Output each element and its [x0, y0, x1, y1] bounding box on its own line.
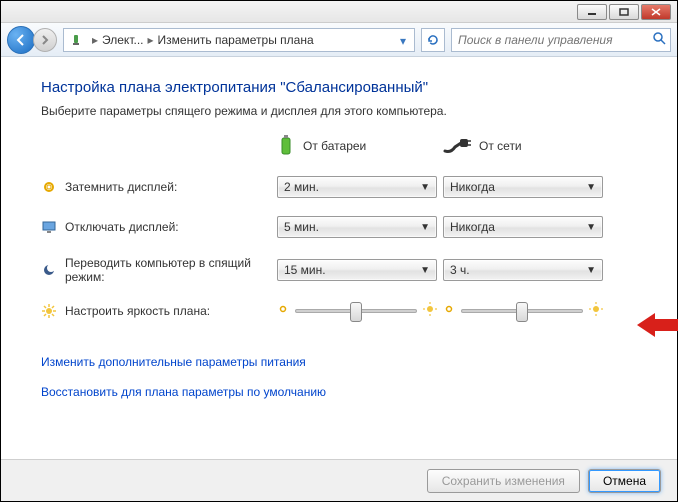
chevron-down-icon: ▼ — [586, 182, 596, 193]
back-button[interactable] — [7, 26, 35, 54]
moon-icon — [41, 263, 57, 277]
content-area: Настройка плана электропитания "Сбаланси… — [1, 57, 677, 425]
sun-large-icon — [589, 302, 603, 319]
turnoff-ac-value: Никогда — [450, 220, 495, 234]
row-turnoff-label: Отключать дисплей: — [65, 220, 179, 234]
annotation-red-arrow — [637, 311, 678, 339]
row-brightness-label: Настроить яркость плана: — [65, 304, 210, 318]
footer-bar: Сохранить изменения Отмена — [1, 459, 677, 501]
turnoff-battery-select[interactable]: 5 мин. ▼ — [277, 216, 437, 238]
sleep-ac-select[interactable]: 3 ч. ▼ — [443, 259, 603, 281]
breadcrumb-sep-icon: ▸ — [148, 33, 154, 47]
slider-track[interactable] — [461, 309, 583, 313]
page-title: Настройка плана электропитания "Сбаланси… — [41, 79, 637, 96]
dim-battery-value: 2 мин. — [284, 180, 319, 194]
monitor-icon — [41, 220, 57, 234]
restore-defaults-link[interactable]: Восстановить для плана параметры по умол… — [41, 385, 637, 399]
breadcrumb-item[interactable]: Изменить параметры плана — [158, 33, 314, 47]
sun-small-icon — [443, 303, 455, 318]
chevron-down-icon: ▼ — [420, 222, 430, 233]
row-dim-display: Затемнить дисплей: — [41, 180, 271, 194]
turnoff-battery-value: 5 мин. — [284, 220, 319, 234]
breadcrumb-item[interactable]: Элект... — [102, 33, 143, 47]
chevron-down-icon: ▼ — [586, 265, 596, 276]
sleep-ac-value: 3 ч. — [450, 263, 470, 277]
row-sleep: Переводить компьютер в спящий режим: — [41, 256, 271, 284]
navigation-bar: ▸ Элект... ▸ Изменить параметры плана ▾ — [1, 23, 677, 57]
window-titlebar — [1, 1, 677, 23]
maximize-button[interactable] — [609, 4, 639, 20]
column-ac-label: От сети — [479, 139, 522, 153]
chevron-down-icon: ▼ — [586, 222, 596, 233]
close-button[interactable] — [641, 4, 671, 20]
page-subheading: Выберите параметры спящего режима и дисп… — [41, 104, 637, 118]
power-options-icon — [68, 32, 84, 48]
minimize-button[interactable] — [577, 4, 607, 20]
sun-small-icon — [277, 303, 289, 318]
search-input[interactable] — [456, 32, 652, 48]
column-ac: От сети — [443, 137, 603, 155]
column-battery-label: От батареи — [303, 139, 366, 153]
settings-grid: От батареи От сети Затемнить дисплей: 2 … — [41, 134, 637, 319]
column-battery: От батареи — [277, 134, 437, 158]
slider-track[interactable] — [295, 309, 417, 313]
save-button[interactable]: Сохранить изменения — [427, 469, 580, 493]
slider-thumb[interactable] — [350, 302, 362, 322]
row-turnoff-display: Отключать дисплей: — [41, 220, 271, 234]
brightness-ac-slider[interactable] — [443, 302, 603, 319]
dim-ac-value: Никогда — [450, 180, 495, 194]
breadcrumb[interactable]: ▸ Элект... ▸ Изменить параметры плана ▾ — [63, 28, 415, 52]
search-box[interactable] — [451, 28, 671, 52]
sleep-battery-select[interactable]: 15 мин. ▼ — [277, 259, 437, 281]
slider-thumb[interactable] — [516, 302, 528, 322]
sun-large-icon — [423, 302, 437, 319]
breadcrumb-sep-icon: ▸ — [92, 33, 98, 47]
refresh-button[interactable] — [421, 28, 445, 52]
forward-button[interactable] — [33, 28, 57, 52]
brightness-battery-slider[interactable] — [277, 302, 437, 319]
sun-icon — [41, 304, 57, 318]
sleep-battery-value: 15 мин. — [284, 263, 326, 277]
plug-icon — [443, 137, 471, 155]
row-sleep-label: Переводить компьютер в спящий режим: — [65, 256, 265, 284]
breadcrumb-dropdown-icon[interactable]: ▾ — [394, 31, 412, 51]
chevron-down-icon: ▼ — [420, 182, 430, 193]
dim-icon — [41, 180, 57, 194]
links-section: Изменить дополнительные параметры питани… — [41, 355, 637, 399]
advanced-settings-link[interactable]: Изменить дополнительные параметры питани… — [41, 355, 637, 369]
cancel-button[interactable]: Отмена — [588, 469, 661, 493]
search-icon[interactable] — [652, 31, 666, 48]
dim-battery-select[interactable]: 2 мин. ▼ — [277, 176, 437, 198]
chevron-down-icon: ▼ — [420, 265, 430, 276]
row-dim-label: Затемнить дисплей: — [65, 180, 177, 194]
row-brightness: Настроить яркость плана: — [41, 304, 271, 318]
battery-icon — [277, 134, 295, 158]
dim-ac-select[interactable]: Никогда ▼ — [443, 176, 603, 198]
turnoff-ac-select[interactable]: Никогда ▼ — [443, 216, 603, 238]
